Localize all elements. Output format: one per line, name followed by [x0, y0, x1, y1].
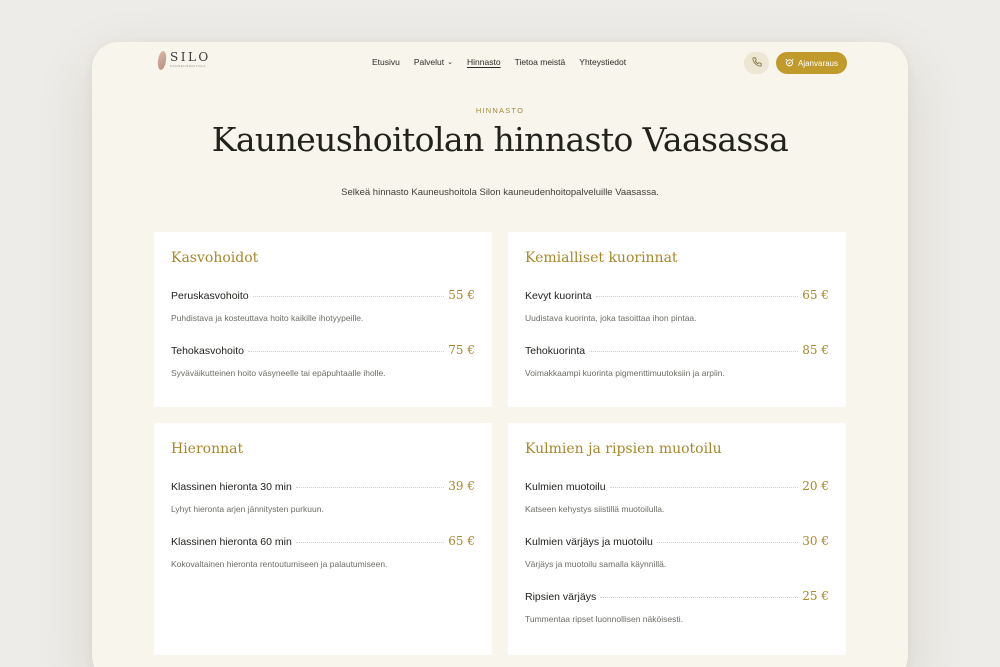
price-card-kasvohoidot: Kasvohoidot Peruskasvohoito 55 € Puhdist… [154, 232, 492, 407]
item-price: 65 € [802, 288, 829, 302]
nav-item-palvelut-label: Palvelut [413, 57, 445, 67]
intro-text: Selkeä hinnasto Kauneushoitola Silon kau… [341, 187, 659, 198]
item-name: Tehokuorinta [525, 345, 586, 357]
item-name: Kulmien värjäys ja muotoilu [525, 536, 653, 548]
dotted-leader [600, 597, 799, 598]
dotted-leader [589, 351, 799, 352]
price-item: Klassinen hieronta 60 min 65 € Kokovalta… [171, 534, 475, 569]
dotted-leader [609, 487, 799, 488]
booking-label: Ajanvaraus [797, 58, 839, 68]
card-title: Kasvohoidot [171, 250, 259, 266]
nav-item-yhteystiedot[interactable]: Yhteystiedot [579, 57, 626, 67]
item-name: Klassinen hieronta 30 min [171, 481, 292, 493]
page-frame: SILO KAUNEUSHOITOLA Etusivu Palvelut ⌄ H… [92, 42, 908, 667]
price-item: Ripsien värjäys 25 € Tummentaa ripset lu… [525, 589, 829, 624]
price-card-kulmat-ripset: Kulmien ja ripsien muotoilu Kulmien muot… [508, 423, 846, 655]
phone-button[interactable] [744, 52, 769, 74]
item-desc: Voimakkaampi kuorinta pigmenttimuutoksii… [525, 368, 725, 378]
item-price: 85 € [802, 343, 829, 357]
booking-button[interactable]: Ajanvaraus [776, 52, 847, 74]
phone-icon [751, 57, 762, 69]
price-item: Kevyt kuorinta 65 € Uudistava kuorinta, … [525, 288, 829, 323]
item-price: 75 € [448, 343, 475, 357]
price-item: Kulmien muotoilu 20 € Katseen kehystys s… [525, 479, 829, 514]
dotted-leader [295, 542, 445, 543]
item-desc: Lyhyt hieronta arjen jännitysten purkuun… [171, 504, 324, 514]
price-card-kuorinnat: Kemialliset kuorinnat Kevyt kuorinta 65 … [508, 232, 846, 407]
card-title: Kemialliset kuorinnat [525, 250, 678, 266]
price-card-hieronnat: Hieronnat Klassinen hieronta 30 min 39 €… [154, 423, 492, 655]
chevron-down-icon: ⌄ [447, 59, 453, 66]
price-item: Tehokasvohoito 75 € Syväväikutteinen hoi… [171, 343, 475, 378]
main-nav: Etusivu Palvelut ⌄ Hinnasto Tietoa meist… [372, 57, 640, 67]
item-desc: Puhdistava ja kosteuttava hoito kaikille… [171, 313, 364, 323]
item-name: Kevyt kuorinta [525, 290, 592, 302]
item-price: 25 € [802, 589, 829, 603]
item-price: 65 € [448, 534, 475, 548]
logo[interactable]: SILO KAUNEUSHOITOLA [156, 50, 211, 71]
nav-item-etusivu[interactable]: Etusivu [372, 57, 400, 67]
item-name: Ripsien värjäys [525, 591, 597, 603]
logo-tagline: KAUNEUSHOITOLA [170, 64, 207, 68]
card-title: Kulmien ja ripsien muotoilu [525, 441, 722, 457]
nav-item-palvelut[interactable]: Palvelut ⌄ [414, 57, 453, 67]
nav-item-tietoa[interactable]: Tietoa meistä [515, 57, 566, 67]
item-desc: Syväväikutteinen hoito väsyneelle tai ep… [171, 368, 386, 378]
nav-item-hinnasto[interactable]: Hinnasto [467, 57, 501, 67]
item-desc: Katseen kehystys siistillä muotoilulla. [525, 504, 665, 514]
dotted-leader [595, 296, 799, 297]
item-desc: Tummentaa ripset luonnollisen näköisesti… [525, 614, 683, 624]
item-name: Klassinen hieronta 60 min [171, 536, 292, 548]
item-desc: Värjäys ja muotoilu samalla käynnillä. [525, 559, 667, 569]
price-item: Tehokuorinta 85 € Voimakkaampi kuorinta … [525, 343, 829, 378]
dotted-leader [295, 487, 445, 488]
item-name: Tehokasvohoito [171, 345, 244, 357]
dotted-leader [656, 542, 799, 543]
item-price: 30 € [802, 534, 829, 548]
item-name: Peruskasvohoito [171, 290, 249, 302]
price-item: Kulmien värjäys ja muotoilu 30 € Värjäys… [525, 534, 829, 569]
logo-name: SILO [170, 50, 211, 64]
item-desc: Uudistava kuorinta, joka tasoittaa ihon … [525, 313, 697, 323]
site-header: SILO KAUNEUSHOITOLA Etusivu Palvelut ⌄ H… [92, 42, 908, 84]
logo-text: SILO KAUNEUSHOITOLA [170, 51, 211, 69]
calendar-check-icon [785, 58, 794, 69]
item-price: 20 € [802, 479, 829, 493]
item-desc: Kokovaltainen hieronta rentoutumiseen ja… [171, 559, 388, 569]
card-title: Hieronnat [171, 441, 244, 457]
item-name: Kulmien muotoilu [525, 481, 606, 493]
item-price: 39 € [448, 479, 475, 493]
dotted-leader [247, 351, 445, 352]
item-price: 55 € [448, 288, 475, 302]
page-title: Kauneushoitolan hinnasto Vaasassa [211, 120, 789, 159]
price-item: Klassinen hieronta 30 min 39 € Lyhyt hie… [171, 479, 475, 514]
leaf-logo-icon [156, 50, 168, 71]
dotted-leader [252, 296, 445, 297]
price-item: Peruskasvohoito 55 € Puhdistava ja koste… [171, 288, 475, 323]
eyebrow: HINNASTO [475, 106, 525, 115]
